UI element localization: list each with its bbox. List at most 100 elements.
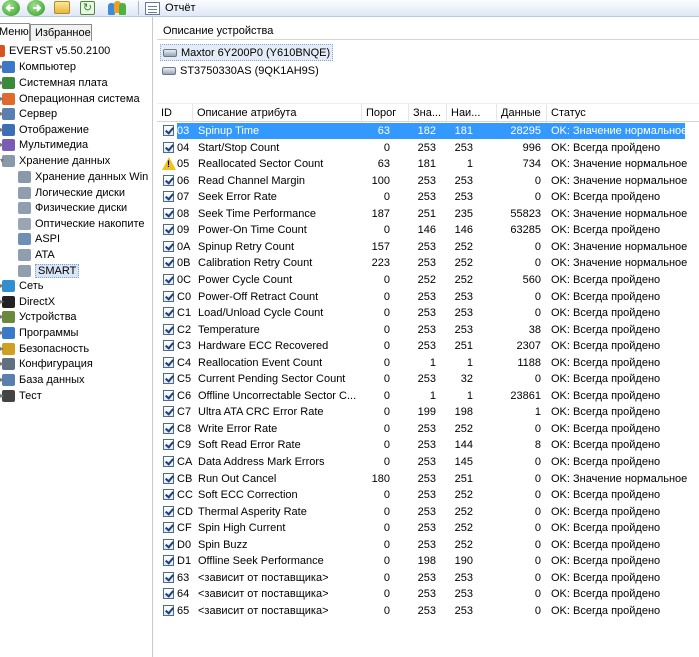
tree-item-20[interactable]: ▸ Конфигурация — [0, 356, 93, 372]
table-row[interactable]: 0A Spinup Retry Count 157 253 252 0 OK: Значен… — [157, 239, 699, 256]
tree-item-22[interactable]: ▸ Тест — [0, 388, 42, 404]
table-row[interactable]: 64 <зависит от поставщика> 0 253 253 0 OK: Все… — [157, 586, 699, 603]
table-row[interactable]: 0C Power Cycle Count 0 252 252 560 OK: Всегда … — [157, 272, 699, 289]
tree-item-14[interactable]: SMART — [18, 263, 80, 279]
table-row[interactable]: 09 Power-On Time Count 0 146 146 63285 OK: Все… — [157, 222, 699, 239]
forward-button[interactable] — [27, 0, 45, 16]
table-row[interactable]: C3 Hardware ECC Recovered 0 253 251 2307 OK: В… — [157, 338, 699, 355]
column-description[interactable]: Описание атрибута — [193, 104, 362, 123]
table-row[interactable]: 63 <зависит от поставщика> 0 253 253 0 OK: Все… — [157, 570, 699, 587]
checkbox-icon[interactable] — [163, 588, 174, 600]
table-row[interactable]: C0 Power-Off Retract Count 0 253 253 0 OK: Все… — [157, 289, 699, 306]
tree-item-11[interactable]: Оптические накопите — [18, 216, 145, 232]
tab-menu[interactable]: Меню — [0, 23, 30, 41]
tree-item-9[interactable]: Логические диски — [18, 185, 125, 201]
table-row[interactable]: 08 Seek Time Performance 187 251 235 55823 OK:… — [157, 206, 699, 223]
tab-favorites[interactable]: Избранное — [30, 24, 92, 41]
tree-item-1[interactable]: ▸ Компьютер — [0, 59, 76, 75]
expand-icon[interactable]: ▸ — [0, 313, 5, 321]
tree-item-15[interactable]: ▸ Сеть — [0, 278, 43, 294]
tree-item-16[interactable]: ▸ DirectX — [0, 294, 55, 310]
table-row[interactable]: C9 Soft Read Error Rate 0 253 144 8 OK: Всегда… — [157, 437, 699, 454]
expand-icon[interactable]: ▸ — [0, 95, 5, 103]
table-row[interactable]: C7 Ultra ATA CRC Error Rate 0 199 198 1 OK: Вс… — [157, 404, 699, 421]
column-id[interactable]: ID — [157, 104, 193, 123]
tree-item-3[interactable]: ▸ Операционная система — [0, 91, 140, 107]
tree-item-10[interactable]: Физические диски — [18, 200, 127, 216]
expand-icon[interactable]: ▸ — [0, 126, 5, 134]
expand-icon[interactable]: ▸ — [0, 360, 5, 368]
tree-item-0[interactable]: EVERST v5.50.2100 — [0, 43, 110, 59]
checkbox-icon[interactable] — [163, 290, 174, 302]
table-row[interactable]: 65 <зависит от поставщика> 0 253 253 0 OK: Все… — [157, 603, 699, 620]
table-row[interactable]: D1 Offline Seek Performance 0 198 190 0 OK: Вс… — [157, 553, 699, 570]
tree-item-5[interactable]: ▸ Отображение — [0, 122, 89, 138]
table-row[interactable]: C4 Reallocation Event Count 0 1 1 1188 OK: Все… — [157, 355, 699, 372]
checkbox-icon[interactable] — [163, 273, 174, 285]
column-threshold[interactable]: Порог — [362, 104, 409, 123]
expand-icon[interactable]: ▸ — [0, 392, 5, 400]
table-row[interactable]: CC Soft ECC Correction 0 253 252 0 OK: Всегда … — [157, 487, 699, 504]
column-value[interactable]: Зна... — [409, 104, 447, 123]
expand-icon[interactable]: ▸ — [0, 298, 5, 306]
table-row[interactable]: D0 Spin Buzz 0 253 252 0 OK: Всегда пройдено — [157, 537, 699, 554]
checkbox-icon[interactable] — [163, 141, 174, 153]
expand-icon[interactable]: ▸ — [0, 282, 5, 290]
tree-item-19[interactable]: ▸ Безопасность — [0, 341, 89, 357]
report-button[interactable]: Отчёт — [145, 0, 195, 16]
expand-icon[interactable]: ▸ — [0, 79, 5, 87]
checkbox-icon[interactable] — [163, 373, 174, 385]
table-row[interactable]: CA Data Address Mark Errors 0 253 145 0 OK: Вс… — [157, 454, 699, 471]
checkbox-icon[interactable] — [163, 456, 174, 467]
tree-item-2[interactable]: ▸ Системная плата — [0, 75, 108, 91]
folder-up-button[interactable] — [54, 1, 70, 14]
checkbox-icon[interactable] — [163, 207, 174, 219]
column-status[interactable]: Статус — [547, 104, 699, 123]
expand-icon[interactable]: ▸ — [0, 345, 5, 353]
expand-icon[interactable]: ▸ — [0, 110, 5, 118]
table-row[interactable]: 06 Read Channel Margin 100 253 253 0 OK: Значе… — [157, 173, 699, 190]
table-row[interactable]: CD Thermal Asperity Rate 0 253 252 0 OK: Всегд… — [157, 504, 699, 521]
checkbox-icon[interactable] — [163, 604, 174, 616]
collapse-icon[interactable]: ▾ — [0, 157, 5, 165]
checkbox-icon[interactable] — [163, 472, 174, 484]
checkbox-icon[interactable] — [163, 389, 174, 401]
back-button[interactable] — [2, 0, 20, 16]
checkbox-icon[interactable] — [163, 406, 174, 418]
refresh-button[interactable]: ↻ — [80, 1, 95, 15]
tree-item-13[interactable]: ATA — [18, 247, 55, 263]
checkbox-icon[interactable] — [163, 571, 174, 583]
checkbox-icon[interactable] — [163, 422, 174, 434]
checkbox-icon[interactable] — [163, 555, 174, 567]
table-row[interactable]: C1 Load/Unload Cycle Count 0 253 253 0 OK: Все… — [157, 305, 699, 322]
device-item-seagate[interactable]: ST3750330AS (9QK1AH9S) — [160, 62, 321, 79]
tree-item-17[interactable]: ▸ Устройства — [0, 309, 77, 325]
checkbox-icon[interactable] — [163, 174, 174, 186]
checkbox-icon[interactable] — [163, 257, 174, 269]
expand-icon[interactable]: ▸ — [0, 376, 5, 384]
checkbox-icon[interactable] — [163, 489, 174, 501]
table-row[interactable]: C5 Current Pending Sector Count 0 253 32 0 OK:… — [157, 371, 699, 388]
table-row[interactable]: 07 Seek Error Rate 0 253 253 0 OK: Всегда прой… — [157, 189, 699, 206]
tree-item-18[interactable]: ▸ Программы — [0, 325, 78, 341]
checkbox-icon[interactable] — [163, 240, 174, 252]
table-row[interactable]: C8 Write Error Rate 0 253 252 0 OK: Всегда про… — [157, 421, 699, 438]
tree-item-7[interactable]: ▾ Хранение данных — [0, 153, 110, 169]
tree-item-4[interactable]: ▸ Сервер — [0, 106, 57, 122]
table-row[interactable]: C6 Offline Uncorrectable Sector C... 0 1 1 23… — [157, 388, 699, 405]
checkbox-icon[interactable] — [163, 356, 174, 368]
tree-item-12[interactable]: ASPI — [18, 231, 60, 247]
checkbox-icon[interactable] — [163, 340, 174, 352]
expand-icon[interactable]: ▸ — [0, 63, 5, 71]
column-worst[interactable]: Наи... — [447, 104, 497, 123]
tree-item-21[interactable]: ▸ База данных — [0, 372, 85, 388]
checkbox-icon[interactable] — [163, 125, 174, 136]
table-row[interactable]: CB Run Out Cancel 180 253 251 0 OK: Значение н… — [157, 471, 699, 488]
checkbox-icon[interactable] — [163, 505, 174, 517]
table-row[interactable]: 0B Calibration Retry Count 223 253 252 0 OK: З… — [157, 255, 699, 272]
column-data[interactable]: Данные — [497, 104, 547, 123]
expand-icon[interactable]: ▸ — [0, 329, 5, 337]
checkbox-icon[interactable] — [163, 307, 174, 319]
checkbox-icon[interactable] — [163, 439, 174, 451]
device-item-maxtor[interactable]: Maxtor 6Y200P0 (Y610BNQE) — [160, 44, 334, 61]
